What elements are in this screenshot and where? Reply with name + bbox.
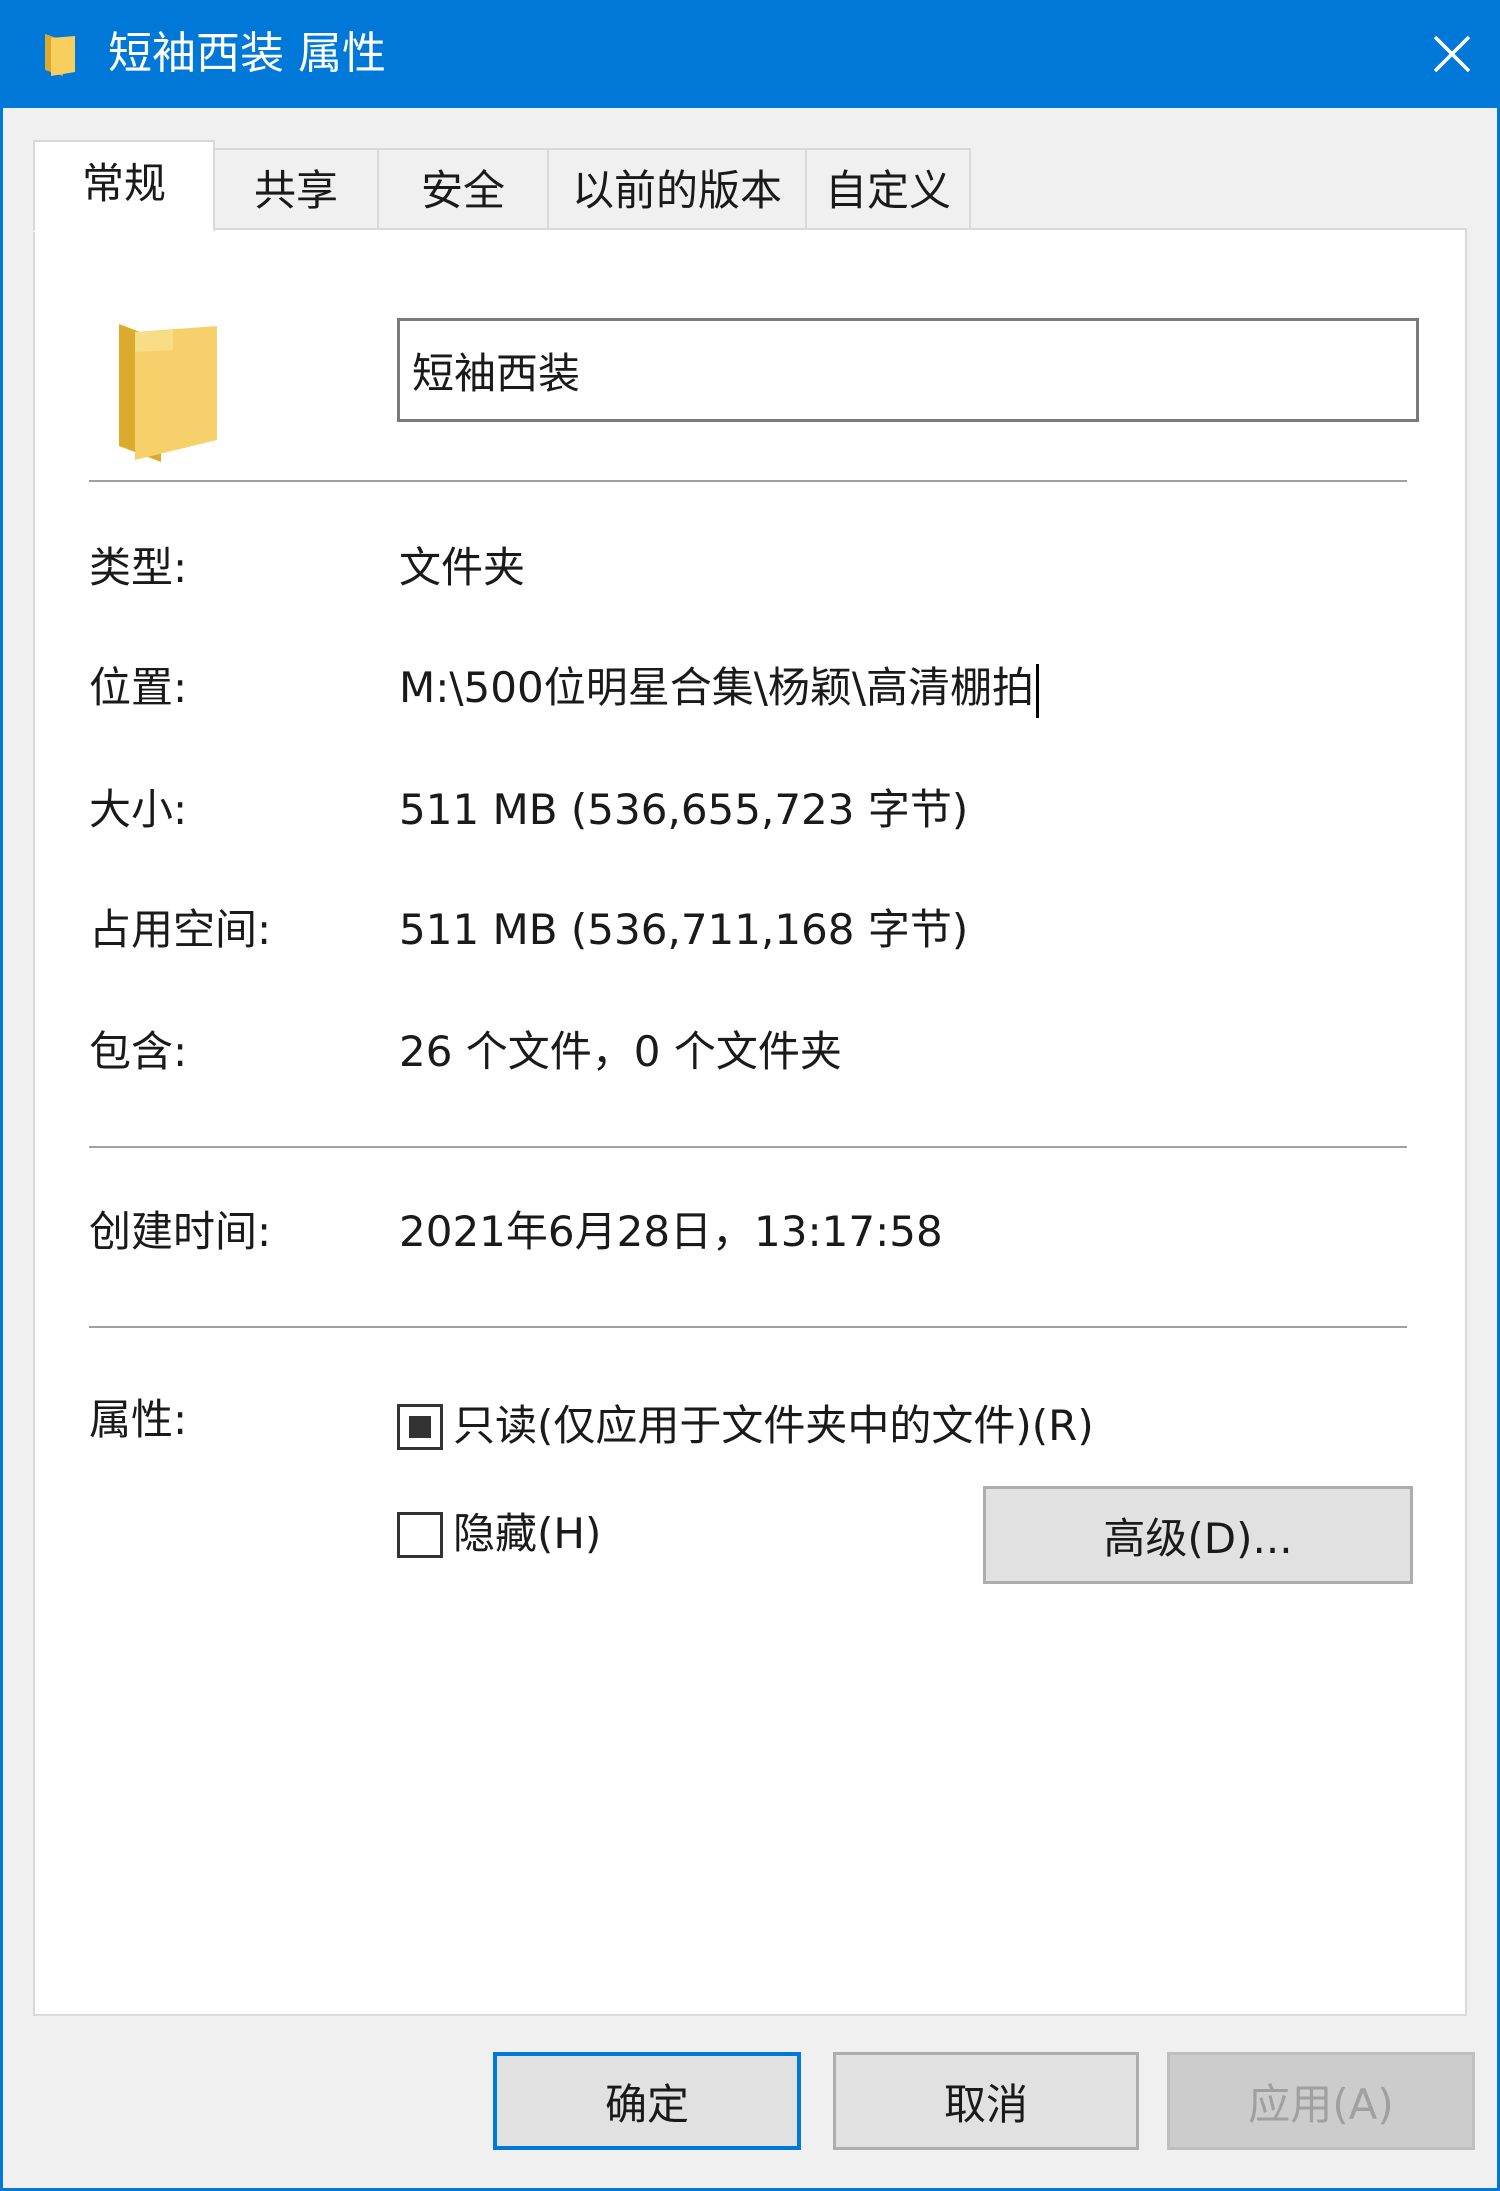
hidden-checkbox[interactable] [397,1512,443,1558]
indeterminate-mark [409,1416,431,1438]
location-label: 位置: [89,663,188,712]
created-label: 创建时间: [89,1207,272,1256]
type-label: 类型: [89,543,188,592]
tab-security[interactable]: 安全 [377,148,549,230]
divider [89,480,1407,482]
text-caret [1036,663,1040,718]
created-value: 2021年6月28日，13:17:58 [399,1207,943,1256]
contains-value: 26 个文件，0 个文件夹 [399,1027,842,1076]
tab-previous-versions[interactable]: 以前的版本 [547,148,807,230]
folder-icon [119,324,217,462]
contains-label: 包含: [89,1027,188,1076]
hidden-label[interactable]: 隐藏(H) [453,1506,601,1562]
location-row[interactable]: M:\500位明星合集\杨颖\高清棚拍 [399,660,1040,718]
tab-general[interactable]: 常规 [33,140,215,232]
window-title: 短袖西装 属性 [108,28,386,79]
size-label: 大小: [89,785,188,834]
title-bar: 短袖西装 属性 [3,0,1500,108]
disk-size-label: 占用空间: [89,905,272,954]
tab-customize[interactable]: 自定义 [805,148,971,230]
readonly-checkbox[interactable] [397,1404,443,1450]
close-icon [1433,35,1471,73]
apply-button[interactable]: 应用(A) [1167,2052,1475,2150]
folder-name-input[interactable] [397,318,1419,422]
cancel-button[interactable]: 取消 [833,2052,1139,2150]
attributes-label: 属性: [89,1395,188,1444]
readonly-label[interactable]: 只读(仅应用于文件夹中的文件)(R) [453,1398,1094,1454]
size-value: 511 MB (536,655,723 字节) [399,785,969,834]
general-tab-panel: 类型: 文件夹 位置: M:\500位明星合集\杨颖\高清棚拍 大小: 511 … [33,228,1467,2016]
tab-sharing[interactable]: 共享 [213,148,379,230]
advanced-button[interactable]: 高级(D)... [983,1486,1413,1584]
folder-icon [45,34,75,76]
location-value: M:\500位明星合集\杨颖\高清棚拍 [399,663,1035,712]
disk-size-value: 511 MB (536,711,168 字节) [399,905,969,954]
ok-button[interactable]: 确定 [493,2052,801,2150]
close-button[interactable] [1401,0,1500,108]
type-value: 文件夹 [399,543,526,592]
properties-dialog: 短袖西装 属性 常规 共享 安全 以前的版本 自定义 类型: 文件夹 位置: M… [0,0,1500,2191]
divider [89,1146,1407,1148]
divider [89,1326,1407,1328]
